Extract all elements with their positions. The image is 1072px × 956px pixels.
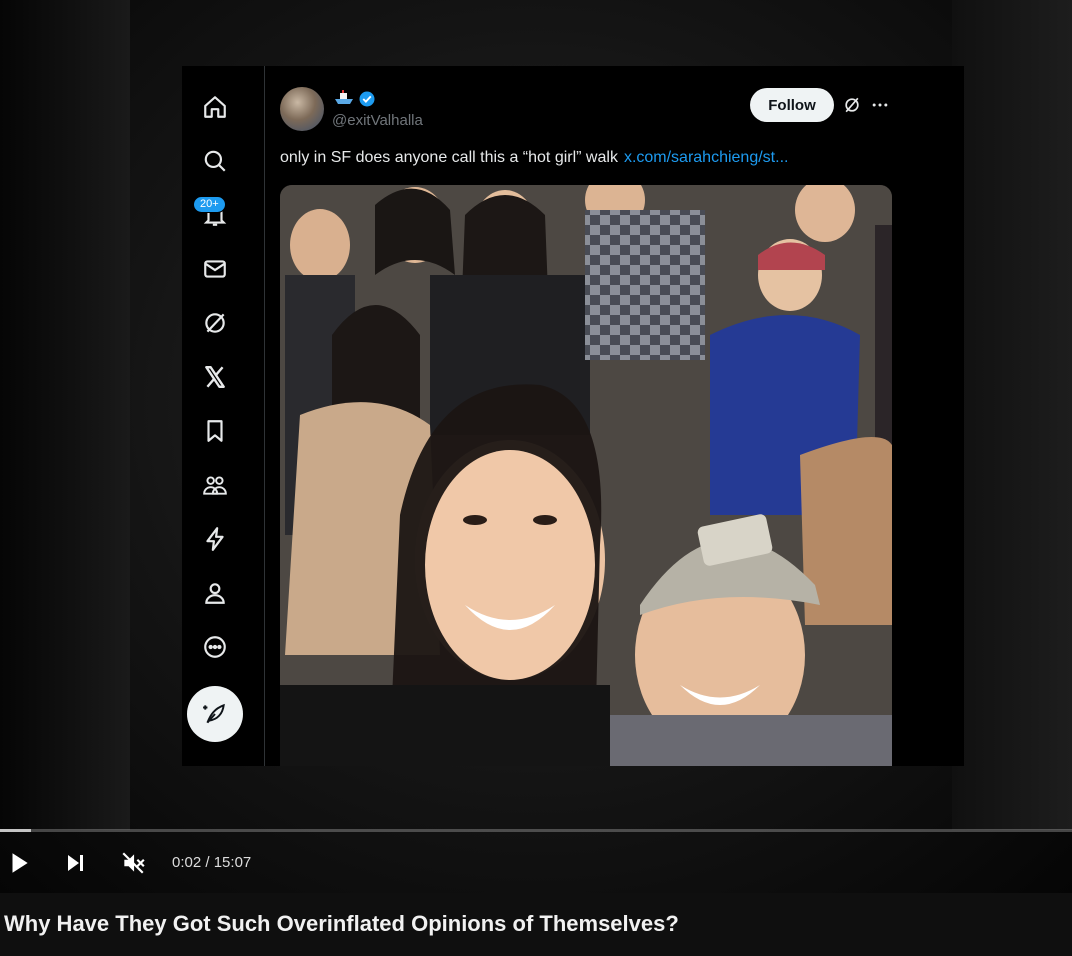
video-backdrop-right — [952, 0, 1072, 830]
time-display: 0:02 / 15:07 — [172, 854, 251, 871]
messages-icon — [200, 254, 230, 284]
tweet-handle: @exitValhalla — [332, 112, 423, 129]
video-player[interactable]: 20+ @exitValhalla Follow only in SF does… — [0, 0, 1072, 893]
progress-bar[interactable] — [0, 829, 1072, 832]
mute-button[interactable] — [116, 846, 150, 880]
more-options-icon — [872, 103, 888, 107]
play-icon — [12, 853, 28, 873]
compose-button — [187, 686, 243, 742]
duration: 15:07 — [213, 854, 252, 871]
more-circle-icon — [200, 632, 230, 662]
verified-badge-icon — [359, 91, 375, 107]
profile-icon — [200, 578, 230, 608]
muted-volume-icon — [122, 852, 145, 874]
player-controls: 0:02 / 15:07 — [0, 838, 1072, 888]
play-button[interactable] — [2, 846, 36, 880]
current-time: 0:02 — [172, 854, 202, 871]
progress-bar-fill — [0, 829, 32, 832]
grok-icon — [845, 97, 859, 113]
follow-button: Follow — [750, 88, 834, 122]
skip-next-icon — [68, 855, 83, 871]
bookmark-icon — [200, 416, 230, 446]
boat-emoji-icon — [335, 90, 353, 104]
tweet-screenshot: 20+ @exitValhalla Follow only in SF does… — [182, 66, 964, 766]
tweet-text: only in SF does anyone call this a “hot … — [280, 149, 788, 167]
video-backdrop-left — [0, 0, 130, 830]
feather-icon — [203, 703, 225, 724]
x-sidebar: 20+ — [182, 66, 265, 766]
tweet-body-text: only in SF does anyone call this a “hot … — [280, 149, 618, 166]
x-logo-icon — [200, 362, 230, 392]
notification-badge: 20+ — [193, 196, 226, 213]
tweet: @exitValhalla Follow only in SF does any… — [280, 66, 908, 766]
home-icon — [200, 92, 230, 122]
video-title: Why Have They Got Such Overinflated Opin… — [4, 911, 679, 936]
premium-icon — [200, 524, 230, 554]
next-button[interactable] — [58, 846, 92, 880]
time-separator: / — [201, 854, 214, 871]
avatar — [280, 87, 324, 131]
grok-icon — [200, 308, 230, 338]
tweet-link: x.com/sarahchieng/st... — [623, 149, 789, 166]
search-icon — [200, 146, 230, 176]
tweet-photo — [280, 185, 892, 766]
communities-icon — [200, 470, 230, 500]
